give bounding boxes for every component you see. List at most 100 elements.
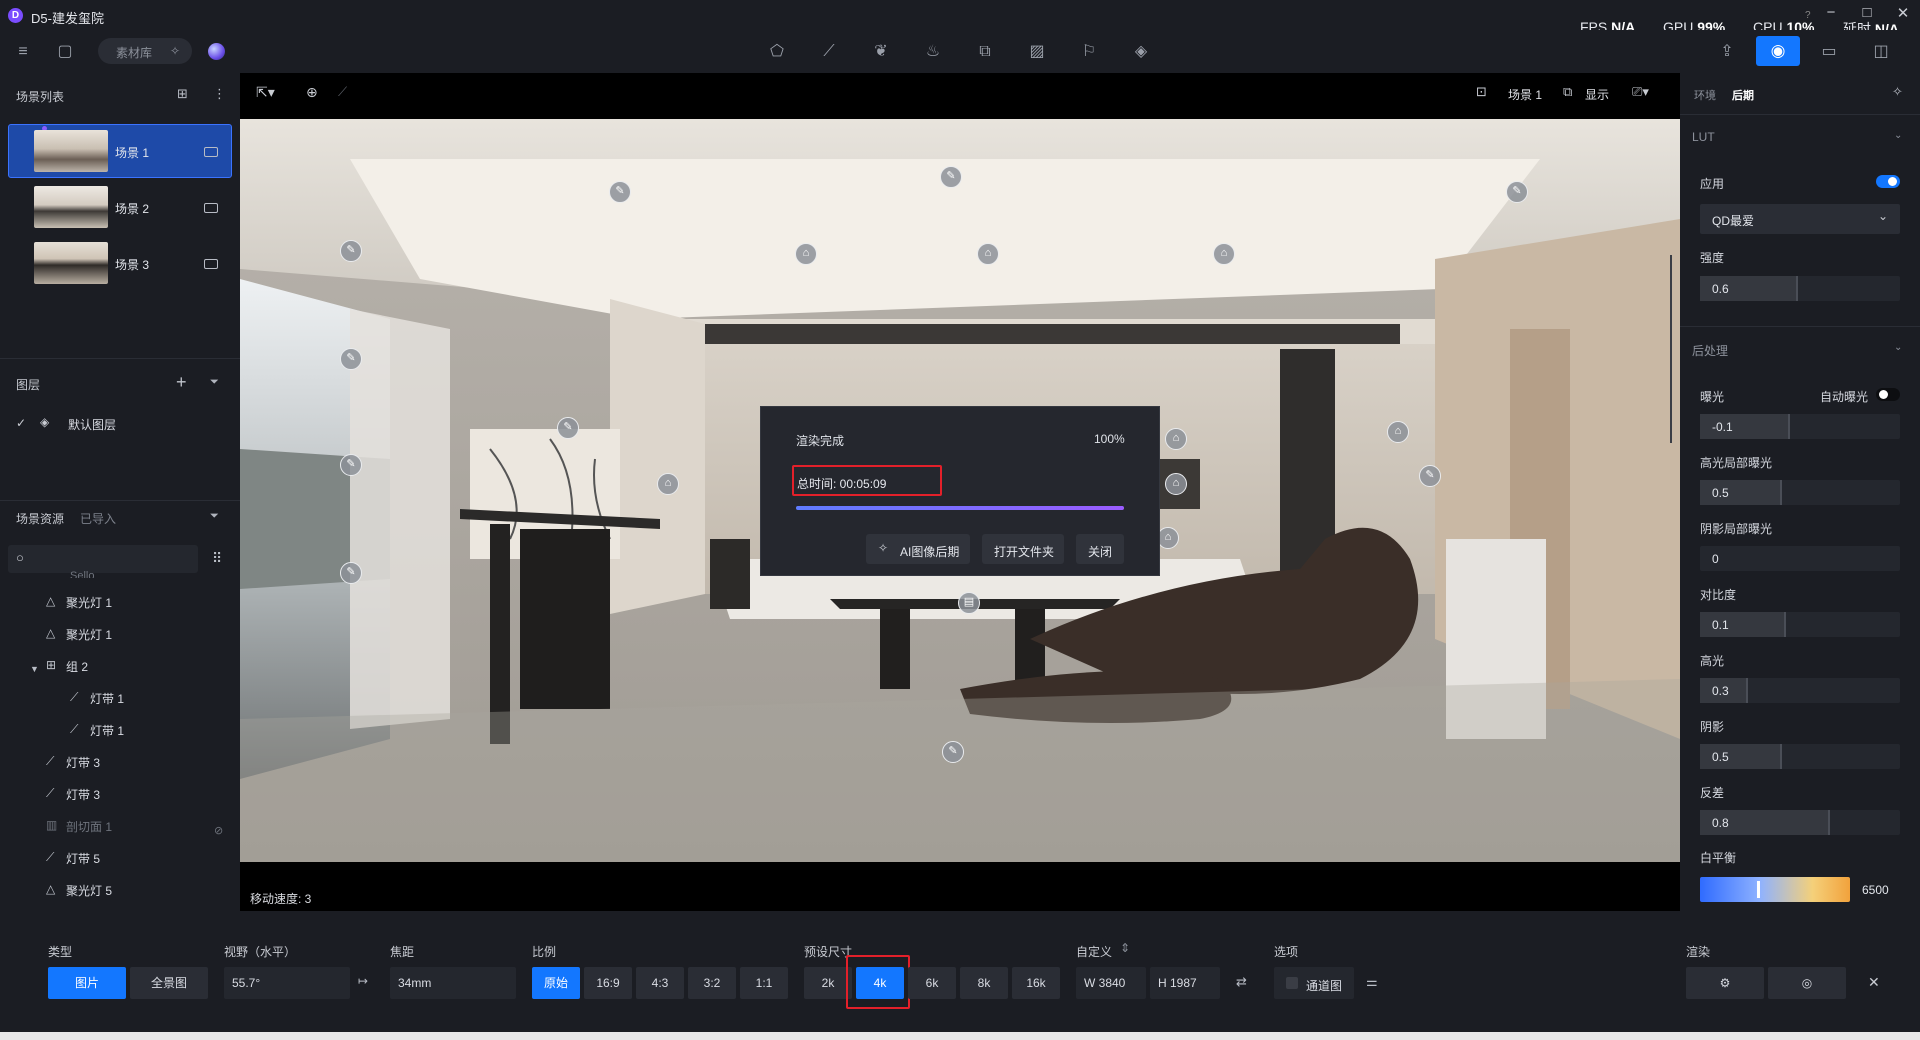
scene-camera-icon[interactable] (204, 147, 218, 157)
display-label[interactable]: 显示 (1585, 86, 1609, 103)
preset-2k-button[interactable]: 2k (804, 967, 852, 999)
type-image-button[interactable]: 图片 (48, 967, 126, 999)
post-slider[interactable]: -0.1 (1700, 414, 1900, 439)
spotlight-marker-icon[interactable]: ⌂ (1165, 473, 1187, 495)
layer-item-default[interactable]: 默认图层 (68, 416, 116, 433)
light-strip-marker-icon[interactable]: ✎ (940, 166, 962, 188)
preset-6k-button[interactable]: 6k (908, 967, 956, 999)
light-strip-marker-icon[interactable]: ✎ (609, 181, 631, 203)
preset-16k-button[interactable]: 16k (1012, 967, 1060, 999)
scene-camera-icon[interactable] (204, 203, 218, 213)
tree-item[interactable] (0, 748, 232, 774)
spotlight-marker-icon[interactable]: ⌂ (795, 243, 817, 265)
tree-item[interactable] (0, 844, 232, 870)
auto-exposure-toggle[interactable] (1876, 388, 1900, 401)
render-settings-button[interactable]: ⚙ (1686, 967, 1764, 999)
spotlight-marker-icon[interactable]: ⌂ (657, 473, 679, 495)
tree-item[interactable] (0, 620, 232, 646)
light-strip-marker-icon[interactable]: ✎ (1419, 465, 1441, 487)
video-mode-icon[interactable]: ▭ (1818, 41, 1840, 63)
tab-post[interactable]: 后期 (1732, 87, 1754, 103)
path-tool-icon[interactable]: ⟋ (818, 41, 840, 63)
light-strip-marker-icon[interactable]: ✎ (340, 562, 362, 584)
spotlight-marker-icon[interactable]: ⌂ (1213, 243, 1235, 265)
minimize-icon[interactable]: − (1818, 4, 1844, 21)
light-strip-marker-icon[interactable]: ✎ (557, 417, 579, 439)
swap-dimensions-icon[interactable]: ⇄ (1236, 974, 1247, 990)
check-icon[interactable]: ✓ (16, 416, 26, 430)
hidden-eye-icon[interactable]: ⊘ (214, 824, 223, 837)
expand-arrow-icon[interactable]: ▼ (30, 664, 39, 674)
post-slider[interactable]: 0.5 (1700, 744, 1900, 769)
post-collapse-icon[interactable]: ⌄ (1894, 342, 1902, 353)
spotlight-marker-icon[interactable]: ⌂ (977, 243, 999, 265)
tree-item[interactable] (0, 812, 232, 838)
post-slider[interactable]: 0.8 (1700, 810, 1900, 835)
d5-orb-icon[interactable] (208, 43, 225, 60)
ratio-original-button[interactable]: 原始 (532, 967, 580, 999)
add-scene-icon[interactable]: ⊞ (177, 86, 188, 102)
scrollbar[interactable] (1670, 255, 1672, 443)
share-icon[interactable]: ⇪ (1716, 41, 1738, 63)
ratio-4-3-button[interactable]: 4:3 (636, 967, 684, 999)
viewport-scene-label[interactable]: 场景 1 (1508, 86, 1542, 103)
fov-link-icon[interactable]: ↦ (358, 974, 368, 988)
light-strip-marker-icon[interactable]: ✎ (340, 454, 362, 476)
fire-tool-icon[interactable]: ♨ (922, 41, 944, 63)
focal-input[interactable]: 34mm (390, 967, 516, 999)
tab-environment[interactable]: 环境 (1694, 87, 1716, 103)
close-window-icon[interactable]: ✕ (1890, 4, 1916, 22)
height-input[interactable]: H 1987 (1150, 967, 1220, 999)
panel-light-marker-icon[interactable]: ▤ (958, 592, 980, 614)
post-slider[interactable]: 0.3 (1700, 678, 1900, 703)
light-tool-icon[interactable]: ⚐ (1078, 41, 1100, 63)
lut-apply-toggle[interactable] (1876, 175, 1900, 188)
white-balance-handle[interactable] (1757, 881, 1760, 898)
post-slider[interactable]: 0 (1700, 546, 1900, 571)
screen-settings-icon[interactable]: ⎚▾ (1632, 84, 1649, 100)
asset-search-input[interactable] (8, 545, 198, 573)
menu-icon[interactable]: ≡ (12, 41, 34, 63)
light-strip-marker-icon[interactable]: ✎ (942, 741, 964, 763)
light-strip-marker-icon[interactable]: ✎ (1506, 181, 1528, 203)
tree-item[interactable] (0, 876, 232, 902)
more-options-icon[interactable]: ⋮ (213, 86, 226, 102)
spotlight-marker-icon[interactable]: ⌂ (1387, 421, 1409, 443)
lut-collapse-icon[interactable]: ⌄ (1894, 130, 1902, 141)
layer-tool-icon[interactable]: ◈ (1130, 41, 1152, 63)
preset-8k-button[interactable]: 8k (960, 967, 1008, 999)
ai-sparkle-icon[interactable]: ✧ (170, 44, 180, 58)
image-mode-camera-icon[interactable]: ◉ (1756, 36, 1800, 66)
light-strip-marker-icon[interactable]: ✎ (340, 240, 362, 262)
vegetation-tool-icon[interactable]: ❦ (870, 41, 892, 63)
spotlight-marker-icon[interactable]: ⌂ (1165, 428, 1187, 450)
picker-icon[interactable]: ⟋ (338, 84, 347, 100)
tree-item[interactable] (0, 588, 232, 614)
tree-item[interactable] (0, 780, 232, 806)
geometry-tool-icon[interactable]: ⬠ (766, 41, 788, 63)
export-icon[interactable]: ⇱▾ (256, 84, 275, 101)
lut-strength-slider[interactable]: 0.6 (1700, 276, 1900, 301)
type-panorama-button[interactable]: 全景图 (130, 967, 208, 999)
scene-camera-icon[interactable] (204, 259, 218, 269)
light-strip-marker-icon[interactable]: ✎ (340, 348, 362, 370)
focus-icon[interactable]: ⊡ (1476, 84, 1487, 100)
white-balance-slider[interactable] (1700, 877, 1850, 902)
magic-wand-icon[interactable]: ✧ (1892, 84, 1903, 100)
ratio-1-1-button[interactable]: 1:1 (740, 967, 788, 999)
lock-ratio-icon[interactable]: ⇕ (1120, 941, 1130, 955)
globe-icon[interactable]: ⊕ (306, 84, 318, 101)
assets-filter-icon[interactable]: ⏷ (210, 510, 219, 523)
material-tool-icon[interactable]: ▨ (1026, 41, 1048, 63)
channel-settings-icon[interactable]: ⚌ (1366, 974, 1378, 990)
help-icon[interactable]: ? (1805, 10, 1811, 21)
layer-filter-icon[interactable]: ⏷ (210, 376, 219, 389)
grid-view-icon[interactable]: ⠿ (212, 550, 222, 567)
render-start-button[interactable]: ◎ (1768, 967, 1846, 999)
import-tool-icon[interactable]: ⧉ (974, 41, 996, 63)
file-icon[interactable]: ▢ (54, 41, 76, 63)
panorama-mode-icon[interactable]: ◫ (1870, 41, 1892, 63)
add-layer-icon[interactable]: + (176, 372, 187, 393)
ratio-16-9-button[interactable]: 16:9 (584, 967, 632, 999)
width-input[interactable]: W 3840 (1076, 967, 1146, 999)
